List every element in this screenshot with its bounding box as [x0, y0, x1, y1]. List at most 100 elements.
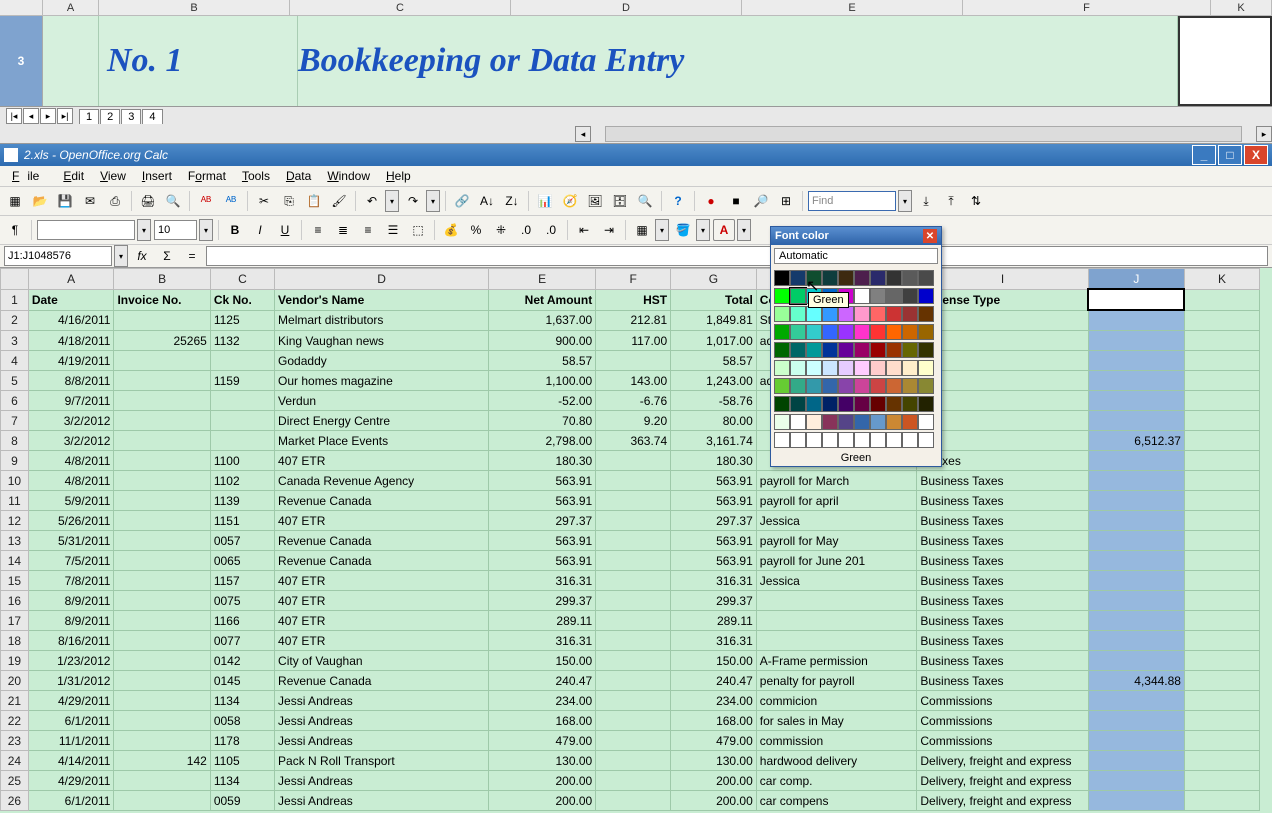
- cell[interactable]: Jessi Andreas: [275, 711, 489, 731]
- color-swatch[interactable]: [902, 414, 918, 430]
- color-swatch[interactable]: [774, 378, 790, 394]
- cell[interactable]: 563.91: [489, 531, 596, 551]
- col-header-A[interactable]: A: [28, 269, 114, 290]
- cell[interactable]: ng: [917, 351, 1088, 371]
- cell[interactable]: ng: [917, 431, 1088, 451]
- cell[interactable]: 6/1/2011: [28, 791, 114, 811]
- cell[interactable]: [596, 451, 671, 471]
- color-swatch[interactable]: [790, 270, 806, 286]
- cell[interactable]: 479.00: [671, 731, 757, 751]
- color-swatch[interactable]: [806, 360, 822, 376]
- cell[interactable]: [1184, 751, 1259, 771]
- cell[interactable]: Revenue Canada: [275, 671, 489, 691]
- color-swatch[interactable]: [902, 306, 918, 322]
- menu-window[interactable]: Window: [319, 167, 378, 185]
- menu-insert[interactable]: Insert: [134, 167, 180, 185]
- cell[interactable]: Business Taxes: [917, 511, 1088, 531]
- cell[interactable]: 563.91: [671, 531, 757, 551]
- background-active-cell[interactable]: [1178, 16, 1272, 106]
- cell[interactable]: Business Taxes: [917, 591, 1088, 611]
- color-swatch[interactable]: [822, 378, 838, 394]
- cell[interactable]: [1184, 611, 1259, 631]
- cell[interactable]: Business Taxes: [917, 571, 1088, 591]
- cell[interactable]: [210, 391, 274, 411]
- cell[interactable]: 407 ETR: [275, 631, 489, 651]
- cell[interactable]: 1134: [210, 691, 274, 711]
- cell[interactable]: [1184, 671, 1259, 691]
- cell[interactable]: ng: [917, 331, 1088, 351]
- cell[interactable]: 5/26/2011: [28, 511, 114, 531]
- header-cell[interactable]: Vendor's Name: [275, 289, 489, 310]
- cell[interactable]: Jessi Andreas: [275, 771, 489, 791]
- cell[interactable]: 25265: [114, 331, 210, 351]
- color-swatch[interactable]: [838, 432, 854, 448]
- color-swatch[interactable]: [774, 324, 790, 340]
- cell[interactable]: [1088, 631, 1184, 651]
- cell[interactable]: penalty for payroll: [756, 671, 917, 691]
- cell[interactable]: 130.00: [671, 751, 757, 771]
- color-swatch[interactable]: [902, 378, 918, 394]
- cell[interactable]: 212.81: [596, 310, 671, 331]
- cell[interactable]: Business Taxes: [917, 491, 1088, 511]
- cell[interactable]: payroll for March: [756, 471, 917, 491]
- color-swatch[interactable]: [774, 396, 790, 412]
- color-swatch[interactable]: [854, 378, 870, 394]
- cell[interactable]: Commissions: [917, 711, 1088, 731]
- window-close-button[interactable]: X: [1244, 145, 1268, 165]
- find-icon[interactable]: 🔎: [750, 190, 772, 212]
- color-swatch[interactable]: [854, 414, 870, 430]
- cell[interactable]: Delivery, freight and express: [917, 791, 1088, 811]
- cell[interactable]: Revenue Canada: [275, 531, 489, 551]
- cell[interactable]: -6.76: [596, 391, 671, 411]
- cell[interactable]: [1184, 371, 1259, 391]
- help-icon[interactable]: ?: [667, 190, 689, 212]
- print-icon[interactable]: 🖨: [137, 190, 159, 212]
- row-header[interactable]: 18: [1, 631, 29, 651]
- color-swatch[interactable]: [870, 324, 886, 340]
- menu-file[interactable]: File: [4, 167, 55, 185]
- color-swatch[interactable]: [918, 270, 934, 286]
- color-swatch[interactable]: [886, 324, 902, 340]
- cell[interactable]: [1088, 511, 1184, 531]
- color-swatch[interactable]: [774, 432, 790, 448]
- color-swatch[interactable]: [790, 306, 806, 322]
- cell[interactable]: [596, 571, 671, 591]
- col-header-D[interactable]: D: [275, 269, 489, 290]
- cell[interactable]: ng: [917, 310, 1088, 331]
- cell[interactable]: 234.00: [671, 691, 757, 711]
- standard-format-icon[interactable]: ⁜: [490, 219, 512, 241]
- color-swatch[interactable]: [854, 306, 870, 322]
- cell[interactable]: 4/18/2011: [28, 331, 114, 351]
- cell[interactable]: [1184, 451, 1259, 471]
- tab-nav-prev-icon[interactable]: ◂: [23, 108, 39, 124]
- header-cell[interactable]: Date: [28, 289, 114, 310]
- row-header[interactable]: 10: [1, 471, 29, 491]
- cell[interactable]: [210, 431, 274, 451]
- menu-data[interactable]: Data: [278, 167, 319, 185]
- row-header[interactable]: 6: [1, 391, 29, 411]
- sheet-tab-4[interactable]: 4: [142, 109, 162, 124]
- cell[interactable]: [596, 651, 671, 671]
- cell[interactable]: 1159: [210, 371, 274, 391]
- menu-edit[interactable]: Edit: [55, 167, 92, 185]
- undo-dropdown[interactable]: ▾: [385, 190, 399, 212]
- cell[interactable]: [114, 771, 210, 791]
- preview-icon[interactable]: 🔍: [162, 190, 184, 212]
- cell[interactable]: [1088, 331, 1184, 351]
- row-header[interactable]: 20: [1, 671, 29, 691]
- cell[interactable]: [1184, 511, 1259, 531]
- cell[interactable]: 2,798.00: [489, 431, 596, 451]
- cell[interactable]: 4,344.88: [1088, 671, 1184, 691]
- color-swatch[interactable]: [870, 306, 886, 322]
- cell[interactable]: 8/9/2011: [28, 591, 114, 611]
- cell[interactable]: [210, 411, 274, 431]
- align-left-icon[interactable]: ≡: [307, 219, 329, 241]
- cell[interactable]: Pack N Roll Transport: [275, 751, 489, 771]
- color-swatch[interactable]: [886, 414, 902, 430]
- cell[interactable]: 168.00: [671, 711, 757, 731]
- cell[interactable]: 3/2/2012: [28, 431, 114, 451]
- header-cell[interactable]: [1184, 289, 1259, 310]
- cell[interactable]: [1184, 691, 1259, 711]
- row-header[interactable]: 15: [1, 571, 29, 591]
- cell[interactable]: 316.31: [489, 631, 596, 651]
